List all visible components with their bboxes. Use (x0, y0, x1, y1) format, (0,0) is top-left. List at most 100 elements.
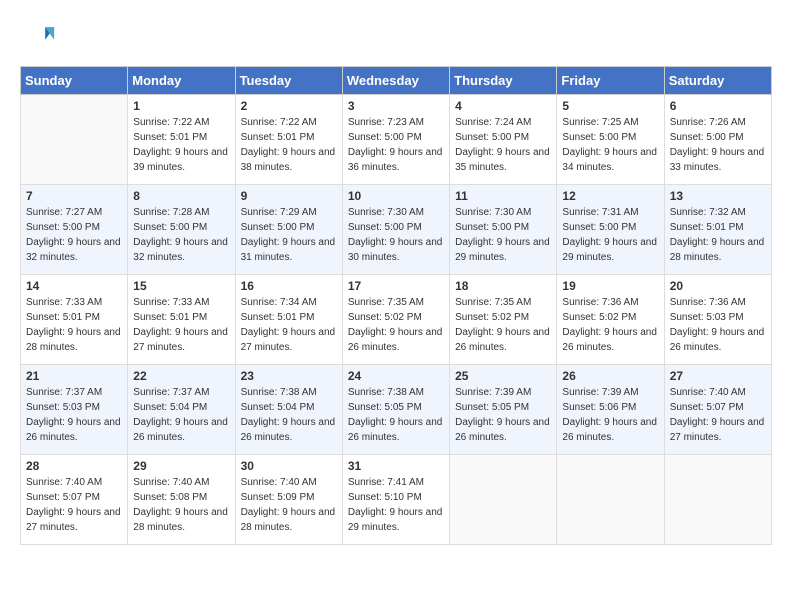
day-info: Sunrise: 7:34 AMSunset: 5:01 PMDaylight:… (241, 295, 337, 355)
day-number: 17 (348, 279, 444, 293)
calendar-cell: 30 Sunrise: 7:40 AMSunset: 5:09 PMDayligh… (235, 455, 342, 545)
day-header-friday: Friday (557, 67, 664, 95)
calendar-cell: 26Sunrise: 7:39 AMSunset: 5:06 PMDayligh… (557, 365, 664, 455)
day-number: 12 (562, 189, 658, 203)
calendar-cell: 28 Sunrise: 7:40 AMSunset: 5:07 PMDayligh… (21, 455, 128, 545)
day-number: 20 (670, 279, 766, 293)
day-header-tuesday: Tuesday (235, 67, 342, 95)
day-number: 8 (133, 189, 229, 203)
day-info: Sunrise: 7:40 AMSunset: 5:09 PMDaylight:… (241, 475, 337, 535)
day-number: 7 (26, 189, 122, 203)
calendar-week-row: 1 Sunrise: 7:22 AMSunset: 5:01 PMDaylight… (21, 95, 772, 185)
day-header-sunday: Sunday (21, 67, 128, 95)
calendar-cell: 4 Sunrise: 7:24 AMSunset: 5:00 PMDaylight… (450, 95, 557, 185)
page-header (20, 20, 772, 56)
day-info: Sunrise: 7:38 AMSunset: 5:04 PMDaylight:… (241, 385, 337, 445)
calendar-cell (664, 455, 771, 545)
day-info: Sunrise: 7:30 AMSunset: 5:00 PMDaylight:… (455, 205, 551, 265)
calendar-cell: 23Sunrise: 7:38 AMSunset: 5:04 PMDayligh… (235, 365, 342, 455)
day-number: 16 (241, 279, 337, 293)
calendar-cell: 2 Sunrise: 7:22 AMSunset: 5:01 PMDaylight… (235, 95, 342, 185)
day-info: Sunrise: 7:24 AMSunset: 5:00 PMDaylight:… (455, 115, 551, 175)
day-info: Sunrise: 7:37 AMSunset: 5:04 PMDaylight:… (133, 385, 229, 445)
calendar-cell: 25 Sunrise: 7:39 AMSunset: 5:05 PMDayligh… (450, 365, 557, 455)
calendar-cell: 14 Sunrise: 7:33 AMSunset: 5:01 PMDayligh… (21, 275, 128, 365)
calendar-week-row: 7 Sunrise: 7:27 AMSunset: 5:00 PMDaylight… (21, 185, 772, 275)
day-info: Sunrise: 7:29 AMSunset: 5:00 PMDaylight:… (241, 205, 337, 265)
day-info: Sunrise: 7:26 AMSunset: 5:00 PMDaylight:… (670, 115, 766, 175)
day-number: 13 (670, 189, 766, 203)
day-info: Sunrise: 7:27 AMSunset: 5:00 PMDaylight:… (26, 205, 122, 265)
calendar-table: SundayMondayTuesdayWednesdayThursdayFrid… (20, 66, 772, 545)
calendar-cell (450, 455, 557, 545)
day-info: Sunrise: 7:30 AMSunset: 5:00 PMDaylight:… (348, 205, 444, 265)
day-info: Sunrise: 7:39 AMSunset: 5:06 PMDaylight:… (562, 385, 658, 445)
calendar-cell: 10 Sunrise: 7:30 AMSunset: 5:00 PMDayligh… (342, 185, 449, 275)
day-info: Sunrise: 7:40 AMSunset: 5:07 PMDaylight:… (670, 385, 766, 445)
day-info: Sunrise: 7:22 AMSunset: 5:01 PMDaylight:… (241, 115, 337, 175)
calendar-cell: 29Sunrise: 7:40 AMSunset: 5:08 PMDayligh… (128, 455, 235, 545)
calendar-cell: 13Sunrise: 7:32 AMSunset: 5:01 PMDayligh… (664, 185, 771, 275)
calendar-cell: 12Sunrise: 7:31 AMSunset: 5:00 PMDayligh… (557, 185, 664, 275)
calendar-cell: 7 Sunrise: 7:27 AMSunset: 5:00 PMDaylight… (21, 185, 128, 275)
calendar-body: 1 Sunrise: 7:22 AMSunset: 5:01 PMDaylight… (21, 95, 772, 545)
logo (20, 20, 60, 56)
calendar-week-row: 21 Sunrise: 7:37 AMSunset: 5:03 PMDayligh… (21, 365, 772, 455)
day-number: 21 (26, 369, 122, 383)
logo-icon (20, 20, 56, 56)
day-number: 14 (26, 279, 122, 293)
calendar-cell: 1Sunrise: 7:22 AMSunset: 5:01 PMDaylight… (128, 95, 235, 185)
calendar-cell: 20 Sunrise: 7:36 AMSunset: 5:03 PMDayligh… (664, 275, 771, 365)
day-info: Sunrise: 7:38 AMSunset: 5:05 PMDaylight:… (348, 385, 444, 445)
day-number: 31 (348, 459, 444, 473)
day-header-thursday: Thursday (450, 67, 557, 95)
calendar-cell: 16 Sunrise: 7:34 AMSunset: 5:01 PMDayligh… (235, 275, 342, 365)
calendar-cell: 21 Sunrise: 7:37 AMSunset: 5:03 PMDayligh… (21, 365, 128, 455)
day-number: 4 (455, 99, 551, 113)
day-number: 1 (133, 99, 229, 113)
calendar-cell (21, 95, 128, 185)
calendar-cell: 22 Sunrise: 7:37 AMSunset: 5:04 PMDayligh… (128, 365, 235, 455)
calendar-cell: 6Sunrise: 7:26 AMSunset: 5:00 PMDaylight… (664, 95, 771, 185)
day-info: Sunrise: 7:33 AMSunset: 5:01 PMDaylight:… (26, 295, 122, 355)
day-header-monday: Monday (128, 67, 235, 95)
calendar-cell: 24Sunrise: 7:38 AMSunset: 5:05 PMDayligh… (342, 365, 449, 455)
day-number: 15 (133, 279, 229, 293)
calendar-cell: 3Sunrise: 7:23 AMSunset: 5:00 PMDaylight… (342, 95, 449, 185)
calendar-cell: 5Sunrise: 7:25 AMSunset: 5:00 PMDaylight… (557, 95, 664, 185)
day-info: Sunrise: 7:35 AMSunset: 5:02 PMDaylight:… (455, 295, 551, 355)
day-number: 28 (26, 459, 122, 473)
day-number: 27 (670, 369, 766, 383)
day-number: 2 (241, 99, 337, 113)
day-number: 10 (348, 189, 444, 203)
calendar-week-row: 14 Sunrise: 7:33 AMSunset: 5:01 PMDayligh… (21, 275, 772, 365)
calendar-cell: 11 Sunrise: 7:30 AMSunset: 5:00 PMDayligh… (450, 185, 557, 275)
day-info: Sunrise: 7:37 AMSunset: 5:03 PMDaylight:… (26, 385, 122, 445)
day-header-saturday: Saturday (664, 67, 771, 95)
day-info: Sunrise: 7:40 AMSunset: 5:07 PMDaylight:… (26, 475, 122, 535)
day-info: Sunrise: 7:39 AMSunset: 5:05 PMDaylight:… (455, 385, 551, 445)
calendar-header-row: SundayMondayTuesdayWednesdayThursdayFrid… (21, 67, 772, 95)
day-info: Sunrise: 7:36 AMSunset: 5:03 PMDaylight:… (670, 295, 766, 355)
day-number: 22 (133, 369, 229, 383)
day-info: Sunrise: 7:23 AMSunset: 5:00 PMDaylight:… (348, 115, 444, 175)
day-info: Sunrise: 7:25 AMSunset: 5:00 PMDaylight:… (562, 115, 658, 175)
day-number: 25 (455, 369, 551, 383)
day-info: Sunrise: 7:40 AMSunset: 5:08 PMDaylight:… (133, 475, 229, 535)
day-header-wednesday: Wednesday (342, 67, 449, 95)
day-number: 11 (455, 189, 551, 203)
day-number: 19 (562, 279, 658, 293)
calendar-cell: 9 Sunrise: 7:29 AMSunset: 5:00 PMDaylight… (235, 185, 342, 275)
day-info: Sunrise: 7:28 AMSunset: 5:00 PMDaylight:… (133, 205, 229, 265)
day-info: Sunrise: 7:35 AMSunset: 5:02 PMDaylight:… (348, 295, 444, 355)
calendar-cell: 19 Sunrise: 7:36 AMSunset: 5:02 PMDayligh… (557, 275, 664, 365)
day-info: Sunrise: 7:36 AMSunset: 5:02 PMDaylight:… (562, 295, 658, 355)
day-number: 30 (241, 459, 337, 473)
calendar-cell (557, 455, 664, 545)
day-number: 9 (241, 189, 337, 203)
calendar-cell: 15Sunrise: 7:33 AMSunset: 5:01 PMDayligh… (128, 275, 235, 365)
calendar-cell: 27 Sunrise: 7:40 AMSunset: 5:07 PMDayligh… (664, 365, 771, 455)
calendar-cell: 8 Sunrise: 7:28 AMSunset: 5:00 PMDaylight… (128, 185, 235, 275)
calendar-week-row: 28 Sunrise: 7:40 AMSunset: 5:07 PMDayligh… (21, 455, 772, 545)
calendar-cell: 17 Sunrise: 7:35 AMSunset: 5:02 PMDayligh… (342, 275, 449, 365)
